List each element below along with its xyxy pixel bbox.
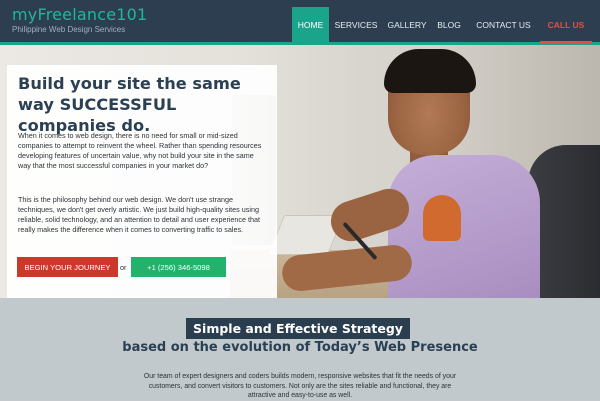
nav-item-contact-us[interactable]: CONTACT US — [467, 7, 540, 43]
strategy-subtitle: based on the evolution of Today’s Web Pr… — [122, 340, 478, 355]
hero-photo-shirt-logo — [423, 195, 461, 241]
brand-tagline: Philippine Web Design Services — [12, 25, 126, 34]
hero-paragraph-philosophy: This is the philosophy behind our web de… — [18, 195, 261, 234]
nav-item-call-us[interactable]: CALL US — [540, 7, 592, 43]
site-header: myFreelance101 Philippine Web Design Ser… — [0, 0, 600, 44]
strategy-body-text: Our team of expert designers and coders … — [143, 373, 457, 400]
nav-item-gallery[interactable]: GALLERY — [383, 7, 431, 43]
hero-section: Build your site the same way SUCCESSFUL … — [0, 45, 600, 298]
hero-photo-person-shirt — [388, 155, 540, 298]
nav-item-home[interactable]: HOME — [292, 7, 329, 43]
nav-item-blog[interactable]: BLOG — [431, 7, 467, 43]
begin-journey-button[interactable]: BEGIN YOUR JOURNEY — [17, 257, 118, 277]
hero-paragraph-intro: When it comes to web design, there is no… — [18, 131, 262, 170]
hero-title: Build your site the same way SUCCESSFUL … — [18, 74, 241, 135]
brand-logo[interactable]: myFreelance101 — [12, 5, 147, 24]
hero-photo-person-hair — [384, 49, 476, 93]
hero-card: Build your site the same way SUCCESSFUL … — [7, 65, 277, 298]
main-nav: HOME SERVICES GALLERY BLOG CONTACT US CA… — [292, 7, 592, 43]
call-us-underline — [540, 41, 592, 43]
strategy-section: Simple and Effective Strategy based on t… — [0, 298, 600, 400]
nav-item-services[interactable]: SERVICES — [329, 7, 383, 43]
strategy-title: Simple and Effective Strategy — [186, 318, 410, 339]
cta-or-text: or — [120, 263, 127, 272]
phone-call-button[interactable]: +1 (256) 346-5098 — [131, 257, 226, 277]
